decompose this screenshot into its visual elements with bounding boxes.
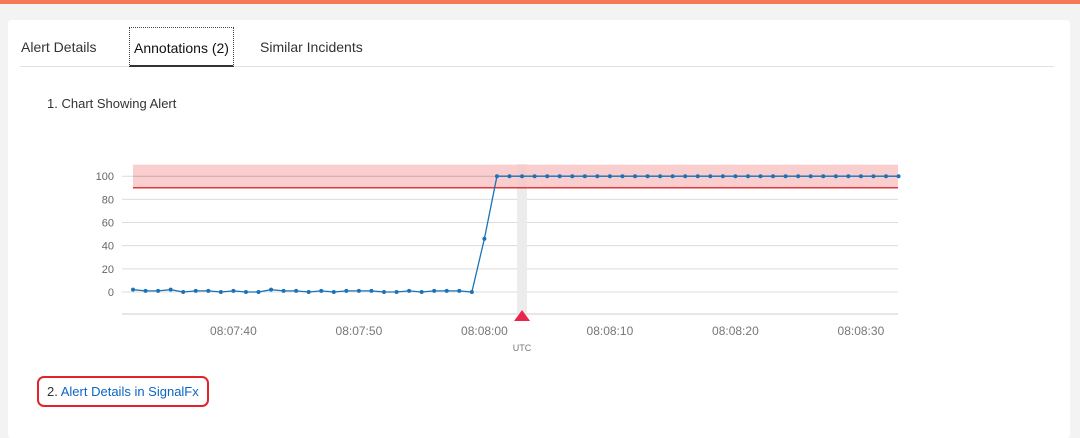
data-point: [218, 290, 223, 294]
data-point: [771, 174, 776, 179]
data-point: [206, 288, 211, 293]
data-point: [306, 290, 311, 294]
alert-chart: 020406080100 08:07:40 08:07:50 08:08:00 08:…: [96, 164, 901, 353]
data-point: [858, 174, 863, 179]
data-point: [808, 174, 813, 179]
data-point: [520, 174, 525, 179]
data-point: [695, 174, 700, 179]
data-point: [595, 174, 600, 179]
data-point: [494, 174, 499, 179]
data-point: [545, 174, 550, 179]
data-point: [256, 290, 261, 294]
data-point: [294, 288, 299, 293]
data-point: [733, 174, 738, 179]
x-tick-label: 08:08:30: [838, 324, 885, 338]
data-point: [896, 174, 901, 179]
data-point: [620, 174, 625, 179]
data-point: [394, 290, 399, 294]
x-axis-ticks: 08:07:40 08:07:50 08:08:00 08:08:10 08:08:20…: [210, 324, 885, 353]
data-point: [532, 174, 537, 179]
data-point: [419, 290, 424, 294]
signalfx-alert-link[interactable]: Alert Details in SignalFx: [61, 384, 199, 399]
x-tick-label: 08:08:10: [587, 324, 634, 338]
data-point: [231, 288, 236, 293]
data-point: [269, 287, 274, 292]
data-point: [407, 288, 412, 293]
y-tick-label: 60: [102, 218, 114, 230]
x-tick-label: 08:07:50: [336, 324, 383, 338]
data-point: [369, 288, 374, 293]
data-point: [469, 290, 474, 294]
data-point: [444, 288, 449, 293]
data-point: [181, 290, 186, 294]
x-tick-label: 08:08:20: [712, 324, 759, 338]
data-point: [168, 287, 173, 292]
data-point: [745, 174, 750, 179]
data-point: [833, 174, 838, 179]
data-point: [871, 174, 876, 179]
chart-grid: [122, 175, 898, 315]
data-point: [156, 288, 161, 293]
data-point: [783, 174, 788, 179]
incident-panel: Alert Details Annotations (2) Similar In…: [8, 20, 1070, 438]
data-point: [570, 174, 575, 179]
data-point: [193, 288, 198, 293]
series-layer: [131, 174, 901, 294]
data-point: [356, 288, 361, 293]
data-point: [645, 174, 650, 179]
data-point: [658, 174, 663, 179]
y-tick-label: 0: [108, 287, 114, 299]
data-point: [633, 174, 637, 179]
x-tick-label: 08:07:40: [210, 324, 257, 338]
data-point: [846, 174, 851, 179]
y-tick-label: 40: [102, 241, 114, 253]
data-point: [758, 174, 763, 179]
data-point: [607, 174, 612, 179]
y-tick-label: 20: [102, 264, 114, 276]
data-point: [884, 174, 888, 179]
data-point: [507, 174, 512, 179]
data-point: [382, 290, 386, 294]
data-point: [796, 174, 801, 179]
y-tick-label: 100: [96, 171, 114, 183]
y-axis-ticks: 0 20 40 60 80 100: [96, 171, 114, 299]
data-point: [482, 236, 487, 241]
annotation-2-item: 2. Alert Details in SignalFx: [37, 376, 209, 407]
data-point: [344, 288, 349, 293]
data-point: [331, 290, 336, 294]
data-point: [683, 174, 688, 179]
alert-trigger-marker: [514, 310, 531, 321]
data-point: [319, 288, 324, 293]
x-axis-label: UTC: [513, 343, 532, 353]
alert-marker-layer: [514, 310, 531, 321]
accent-stripe: [0, 0, 1080, 4]
annotation-2-number: 2.: [47, 384, 58, 399]
data-point: [131, 287, 135, 292]
data-point: [582, 174, 587, 179]
data-point: [708, 174, 713, 179]
data-point: [243, 290, 248, 294]
data-point: [670, 174, 675, 179]
y-tick-label: 80: [102, 194, 114, 206]
series-line: [132, 175, 899, 293]
data-point: [457, 288, 462, 293]
data-point: [720, 174, 725, 179]
data-point: [432, 288, 437, 293]
x-tick-label: 08:08:00: [461, 324, 508, 338]
data-point: [143, 288, 148, 293]
data-point: [821, 174, 826, 179]
data-point: [557, 174, 562, 179]
data-point: [281, 288, 286, 293]
